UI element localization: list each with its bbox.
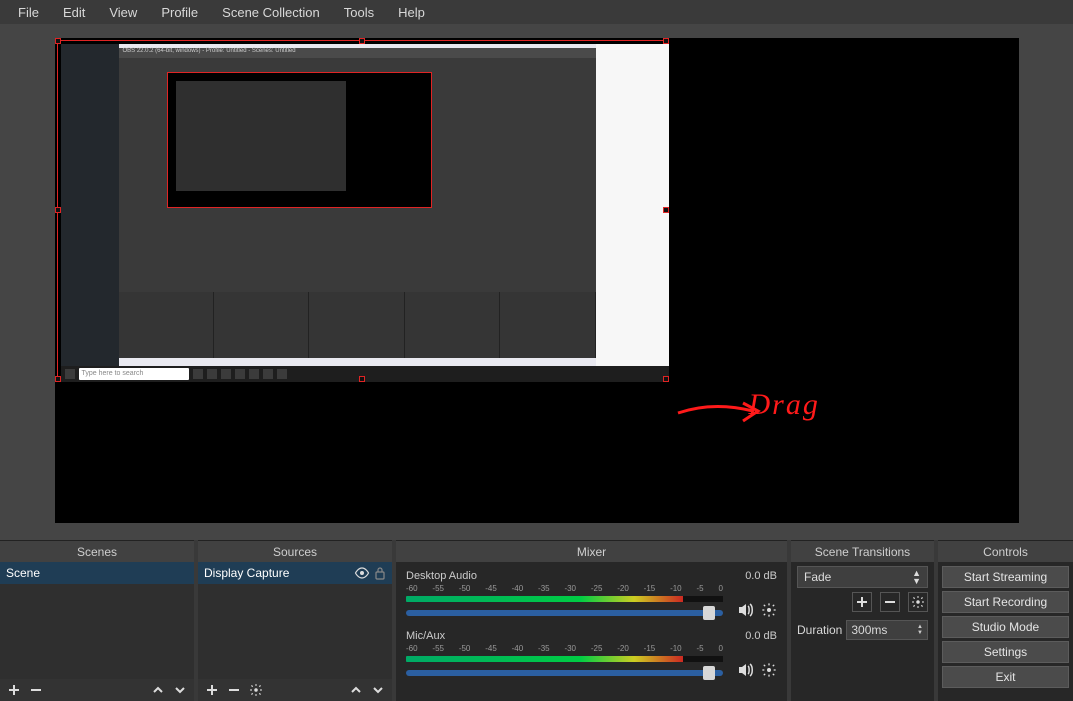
transition-selected: Fade <box>804 570 831 584</box>
source-properties-button[interactable] <box>248 682 264 698</box>
nested-obs-preview-2 <box>176 81 346 191</box>
source-item[interactable]: Display Capture <box>198 562 392 584</box>
add-transition-button[interactable] <box>852 592 872 612</box>
menu-file[interactable]: File <box>6 2 51 23</box>
controls-panel: Controls Start Streaming Start Recording… <box>938 540 1073 701</box>
remove-scene-button[interactable] <box>28 682 44 698</box>
move-scene-up-button[interactable] <box>150 682 166 698</box>
transitions-panel: Scene Transitions Fade ▲▼ Duration <box>791 540 934 701</box>
channel-label: Desktop Audio <box>406 570 477 582</box>
nested-obs-docks <box>119 292 596 358</box>
transitions-header: Scene Transitions <box>791 540 934 562</box>
exit-button[interactable]: Exit <box>942 666 1069 688</box>
chevron-updown-icon: ▲▼ <box>912 569 921 585</box>
taskbar-search: Type here to search <box>79 368 189 380</box>
start-streaming-button[interactable]: Start Streaming <box>942 566 1069 588</box>
volume-meter-off <box>683 596 723 602</box>
menu-profile[interactable]: Profile <box>149 2 210 23</box>
nested-obs-preview <box>167 72 432 208</box>
menu-view[interactable]: View <box>97 2 149 23</box>
menu-edit[interactable]: Edit <box>51 2 97 23</box>
scenes-list[interactable]: Scene <box>0 562 194 679</box>
add-source-button[interactable] <box>204 682 220 698</box>
duration-value: 300ms <box>851 623 887 637</box>
volume-meter <box>406 656 723 662</box>
preview-area: OBS 22.0.2 (64-bit, windows) - Profile: … <box>0 24 1073 540</box>
menubar: File Edit View Profile Scene Collection … <box>0 0 1073 24</box>
channel-label: Mic/Aux <box>406 630 445 642</box>
docks: Scenes Scene Sources Disp <box>0 540 1073 701</box>
nested-obs-titlebar: OBS 22.0.2 (64-bit, windows) - Profile: … <box>119 48 596 58</box>
resize-handle-bl[interactable] <box>55 376 61 382</box>
gear-icon[interactable] <box>761 662 777 678</box>
menu-scene-collection[interactable]: Scene Collection <box>210 2 332 23</box>
channel-db: 0.0 dB <box>745 630 777 642</box>
scenes-header: Scenes <box>0 540 194 562</box>
mixer-body: Desktop Audio 0.0 dB -60-55-50-45-40-35-… <box>396 562 787 701</box>
lock-icon[interactable] <box>374 566 386 580</box>
resize-handle-bm[interactable] <box>359 376 365 382</box>
resize-handle-ml[interactable] <box>55 207 61 213</box>
speaker-icon[interactable] <box>737 602 753 618</box>
mixer-channel-mic-aux: Mic/Aux 0.0 dB -60-55-50-45-40-35-30-25-… <box>406 630 777 666</box>
volume-slider-track[interactable] <box>406 610 723 616</box>
add-scene-button[interactable] <box>6 682 22 698</box>
scenes-toolbar <box>0 679 194 701</box>
scene-item[interactable]: Scene <box>0 562 194 584</box>
preview-canvas[interactable]: OBS 22.0.2 (64-bit, windows) - Profile: … <box>55 38 1019 523</box>
volume-meter-off <box>683 656 723 662</box>
volume-slider-track[interactable] <box>406 670 723 676</box>
gear-icon[interactable] <box>761 602 777 618</box>
speaker-icon[interactable] <box>737 662 753 678</box>
sources-toolbar <box>198 679 392 701</box>
nested-obs-window: OBS 22.0.2 (64-bit, windows) - Profile: … <box>119 48 596 358</box>
windows-taskbar: Type here to search <box>61 366 669 382</box>
move-source-down-button[interactable] <box>370 682 386 698</box>
transitions-body: Fade ▲▼ Duration 300ms ▲▼ <box>791 562 934 701</box>
channel-db: 0.0 dB <box>745 570 777 582</box>
remove-transition-button[interactable] <box>880 592 900 612</box>
move-scene-down-button[interactable] <box>172 682 188 698</box>
studio-mode-button[interactable]: Studio Mode <box>942 616 1069 638</box>
volume-meter <box>406 596 723 602</box>
sources-panel: Sources Display Capture <box>198 540 392 701</box>
eye-icon[interactable] <box>354 567 370 579</box>
volume-slider-knob[interactable] <box>703 666 715 680</box>
menu-tools[interactable]: Tools <box>332 2 386 23</box>
wp-sidebar <box>61 44 119 382</box>
controls-body: Start Streaming Start Recording Studio M… <box>938 562 1073 701</box>
annotation-text: Drag <box>749 388 820 422</box>
sources-list[interactable]: Display Capture <box>198 562 392 679</box>
mixer-channel-desktop-audio: Desktop Audio 0.0 dB -60-55-50-45-40-35-… <box>406 570 777 606</box>
resize-handle-tl[interactable] <box>55 38 61 44</box>
sources-header: Sources <box>198 540 392 562</box>
resize-handle-tm[interactable] <box>359 38 365 44</box>
source-selection-box[interactable]: OBS 22.0.2 (64-bit, windows) - Profile: … <box>57 40 667 380</box>
source-item-label: Display Capture <box>204 566 289 580</box>
duration-label: Duration <box>797 623 842 637</box>
start-recording-button[interactable]: Start Recording <box>942 591 1069 613</box>
meter-ticks: -60-55-50-45-40-35-30-25-20-15-10-50 <box>406 584 723 593</box>
scene-item-label: Scene <box>6 566 40 580</box>
menu-help[interactable]: Help <box>386 2 437 23</box>
controls-header: Controls <box>938 540 1073 562</box>
transition-select[interactable]: Fade ▲▼ <box>797 566 928 588</box>
volume-slider-knob[interactable] <box>703 606 715 620</box>
meter-ticks: -60-55-50-45-40-35-30-25-20-15-10-50 <box>406 644 723 653</box>
resize-handle-tr[interactable] <box>663 38 669 44</box>
start-button-icon <box>65 369 75 379</box>
move-source-up-button[interactable] <box>348 682 364 698</box>
remove-source-button[interactable] <box>226 682 242 698</box>
duration-spinner[interactable]: 300ms ▲▼ <box>846 620 928 640</box>
resize-handle-mr[interactable] <box>663 207 669 213</box>
transition-properties-button[interactable] <box>908 592 928 612</box>
spinner-buttons[interactable]: ▲▼ <box>917 624 923 636</box>
resize-handle-br[interactable] <box>663 376 669 382</box>
settings-button[interactable]: Settings <box>942 641 1069 663</box>
captured-screenshot: OBS 22.0.2 (64-bit, windows) - Profile: … <box>61 44 669 382</box>
mixer-header: Mixer <box>396 540 787 562</box>
browser-sidebar <box>596 44 669 382</box>
mixer-panel: Mixer Desktop Audio 0.0 dB -60-55-50-45-… <box>396 540 787 701</box>
scenes-panel: Scenes Scene <box>0 540 194 701</box>
